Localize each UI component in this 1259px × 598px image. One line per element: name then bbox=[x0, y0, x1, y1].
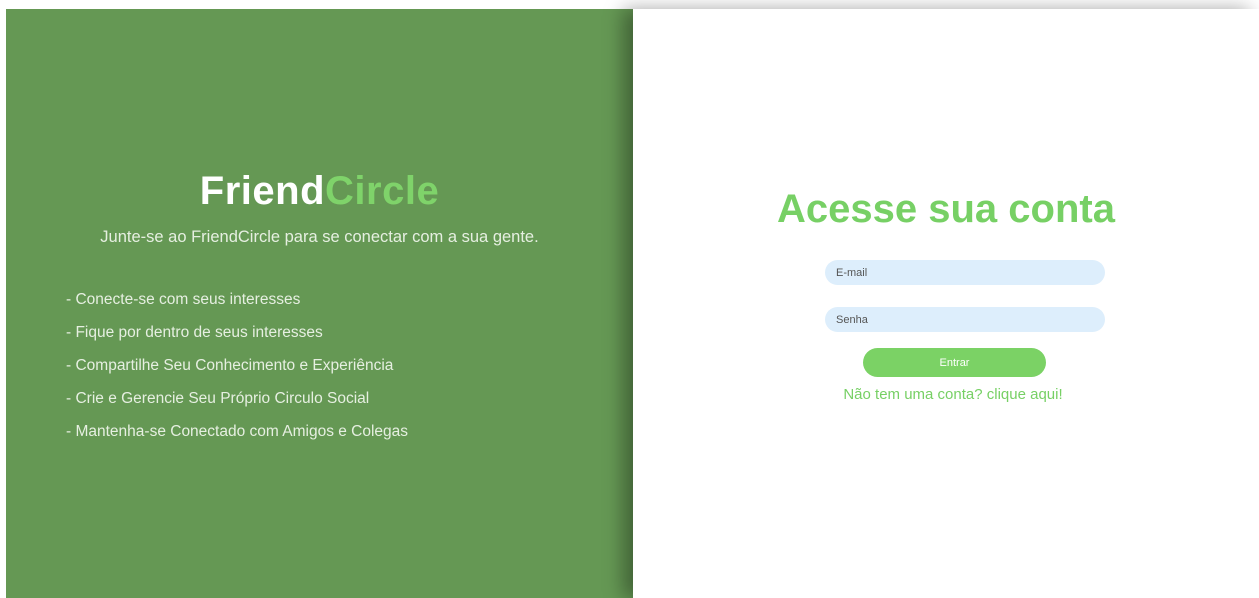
feature-item: - Fique por dentro de seus interesses bbox=[66, 324, 323, 341]
brand-logo: FriendCircle bbox=[6, 169, 633, 214]
signup-link[interactable]: Não tem uma conta? clique aqui! bbox=[633, 386, 1259, 403]
password-input[interactable] bbox=[825, 307, 1105, 332]
feature-item: - Mantenha-se Conectado com Amigos e Col… bbox=[66, 423, 409, 440]
feature-list: - Conecte-se com seus interesses - Fique… bbox=[66, 289, 408, 454]
brand-name-circle: Circle bbox=[325, 169, 440, 213]
email-input[interactable] bbox=[825, 260, 1105, 285]
login-button[interactable]: Entrar bbox=[863, 348, 1046, 377]
brand-name-friend: Friend bbox=[199, 169, 326, 213]
feature-item: - Crie e Gerencie Seu Próprio Circulo So… bbox=[66, 390, 370, 407]
login-title: Acesse sua conta bbox=[777, 187, 1115, 231]
login-panel: Acesse sua conta Entrar Não tem uma cont… bbox=[633, 9, 1259, 598]
welcome-panel: FriendCircle Junte-se ao FriendCircle pa… bbox=[6, 9, 633, 598]
page-frame: FriendCircle Junte-se ao FriendCircle pa… bbox=[6, 9, 1259, 598]
brand-tagline: Junte-se ao FriendCircle para se conecta… bbox=[100, 228, 539, 246]
feature-item: - Compartilhe Seu Conhecimento e Experiê… bbox=[66, 357, 394, 374]
feature-item: - Conecte-se com seus interesses bbox=[66, 291, 301, 308]
